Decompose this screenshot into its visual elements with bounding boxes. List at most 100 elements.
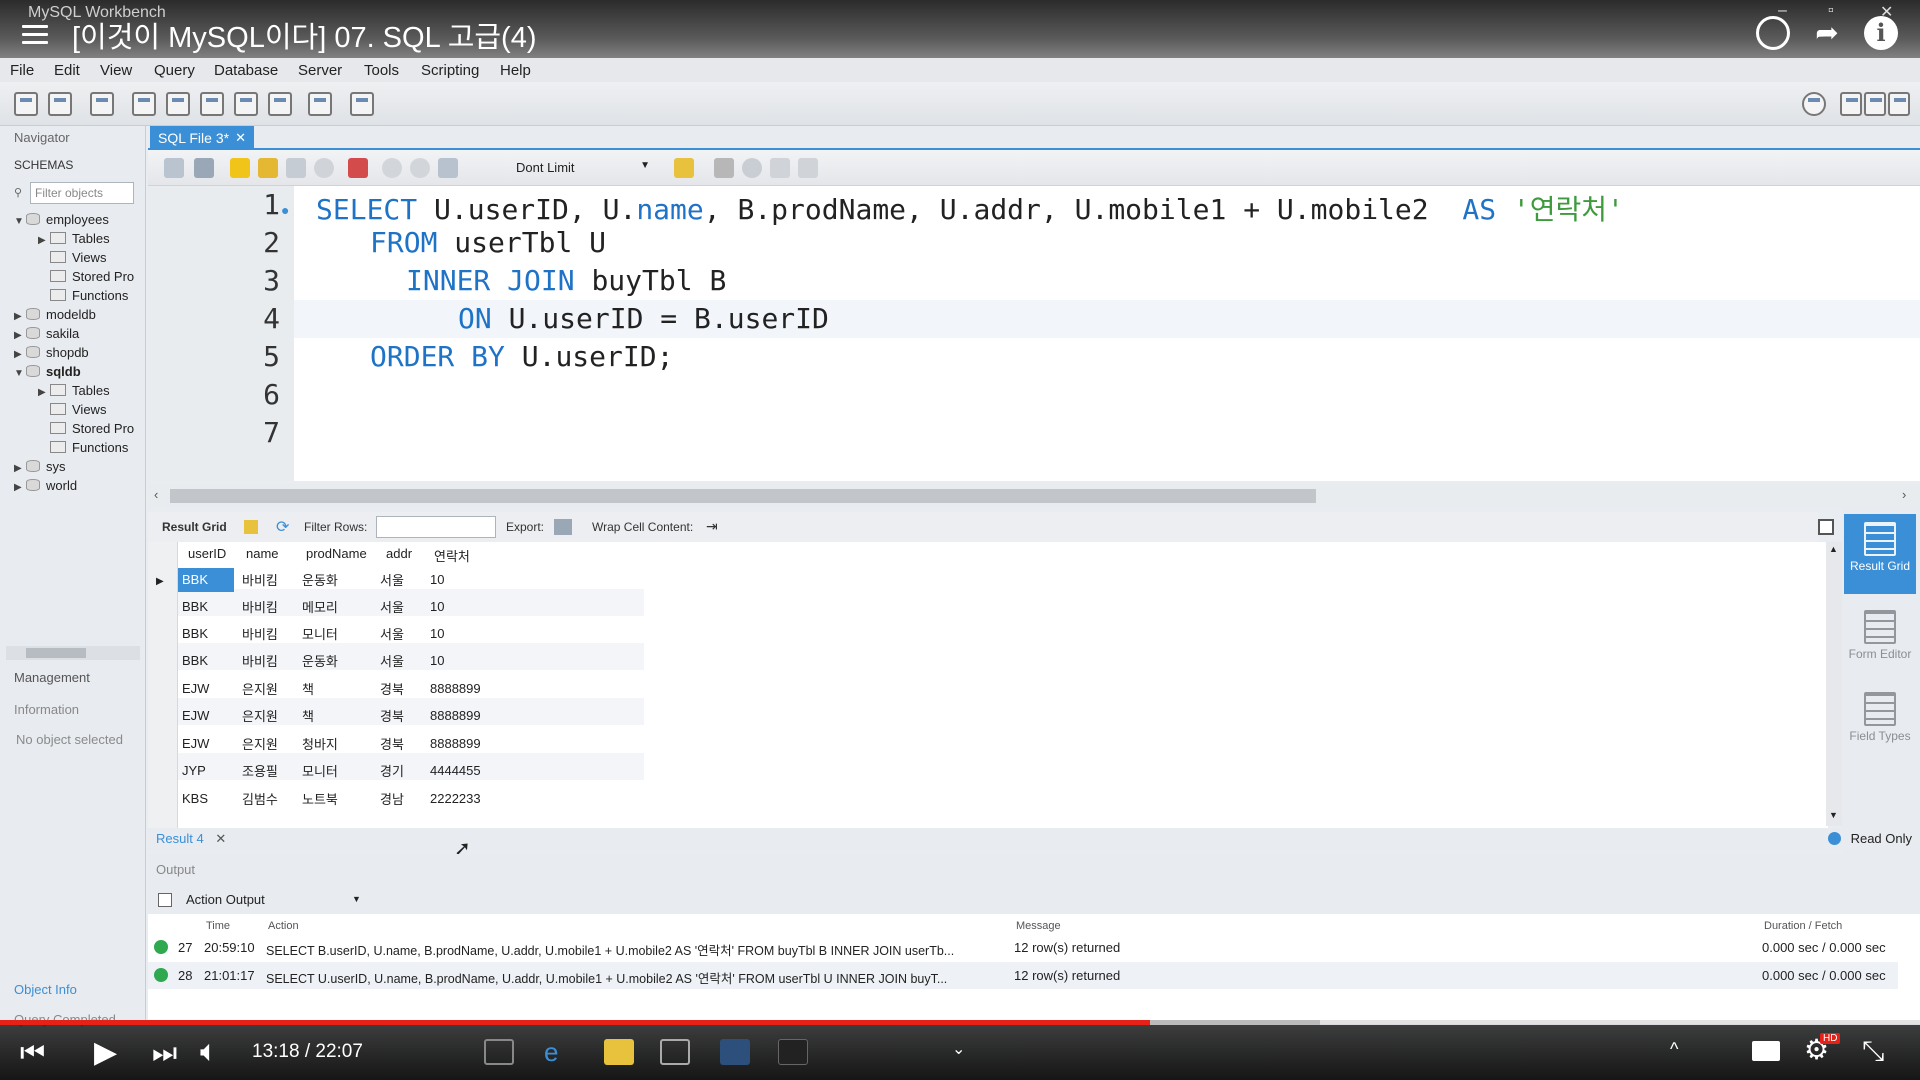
rollback-icon[interactable] bbox=[410, 158, 430, 178]
expand-arrow-icon[interactable]: ▼ bbox=[14, 216, 26, 227]
field-types-button[interactable]: Field Types bbox=[1844, 684, 1916, 764]
tree-item-shopdb[interactable]: ▶ shopdb bbox=[14, 345, 89, 360]
beautify-icon[interactable] bbox=[714, 158, 734, 178]
expand-arrow-icon[interactable]: ▶ bbox=[38, 387, 50, 398]
code-line-4[interactable]: ON U.userID = B.userID bbox=[458, 302, 829, 335]
grid-cell[interactable]: 조용필 bbox=[242, 761, 278, 780]
grid-cell[interactable]: 10 bbox=[430, 626, 444, 641]
store-icon[interactable] bbox=[660, 1039, 690, 1065]
menu-tools[interactable]: Tools bbox=[364, 62, 399, 79]
execute-current-icon[interactable] bbox=[258, 158, 278, 178]
share-icon[interactable]: ➦ bbox=[1810, 16, 1844, 50]
scroll-down-icon[interactable]: ▼ bbox=[1829, 810, 1838, 820]
tree-item-functions[interactable]: Functions bbox=[50, 440, 128, 455]
tree-item-sqldb[interactable]: ▼ sqldb bbox=[14, 364, 81, 379]
settings-gear-icon[interactable] bbox=[1802, 92, 1826, 116]
grid-cell[interactable]: 책 bbox=[302, 706, 314, 725]
grid-cell[interactable]: 은지원 bbox=[242, 679, 278, 698]
expand-arrow-icon[interactable]: ▶ bbox=[14, 349, 26, 360]
search-table-icon[interactable] bbox=[308, 92, 332, 116]
filter-rows-input[interactable] bbox=[376, 516, 496, 538]
code-line-2[interactable]: FROM userTbl U bbox=[370, 226, 606, 259]
tab-sql-file-3[interactable]: SQL File 3* ✕ bbox=[150, 126, 254, 150]
grid-cell[interactable]: EJW bbox=[182, 708, 209, 723]
expand-arrow-icon[interactable]: ▶ bbox=[14, 311, 26, 322]
toggle-secondary-sidebar-icon[interactable] bbox=[1888, 92, 1910, 116]
create-procedure-icon[interactable] bbox=[234, 92, 258, 116]
editor-horizontal-scrollbar[interactable]: ‹ › bbox=[148, 484, 1920, 508]
grid-cell[interactable]: 8888899 bbox=[430, 736, 481, 751]
limit-rows-select[interactable]: Dont Limit ▼ bbox=[512, 157, 654, 179]
scrollbar-thumb[interactable] bbox=[26, 648, 86, 658]
grid-cell[interactable]: 경북 bbox=[380, 706, 404, 725]
menu-server[interactable]: Server bbox=[298, 62, 342, 79]
video-title[interactable]: [이것이 MySQL이다] 07. SQL 고급(4) bbox=[72, 14, 537, 56]
menu-edit[interactable]: Edit bbox=[54, 62, 80, 79]
tree-item-world[interactable]: ▶ world bbox=[14, 478, 77, 493]
grid-cell[interactable]: 모니터 bbox=[302, 761, 338, 780]
play-icon[interactable]: ▶ bbox=[94, 1035, 117, 1070]
word-wrap-icon[interactable] bbox=[798, 158, 818, 178]
grid-cell[interactable]: JYP bbox=[182, 763, 206, 778]
grid-vertical-scrollbar[interactable]: ▲ ▼ bbox=[1826, 542, 1842, 826]
output-table[interactable]: Time Action Message Duration / Fetch 27 … bbox=[148, 914, 1920, 1024]
volume-icon[interactable]: 🔈︎ bbox=[200, 1035, 218, 1069]
exit-fullscreen-icon[interactable]: ⤡ bbox=[1862, 1035, 1884, 1068]
previous-icon[interactable]: ⏮ bbox=[20, 1037, 45, 1070]
invisible-chars-icon[interactable] bbox=[770, 158, 790, 178]
tray-up-icon[interactable]: ^ bbox=[1670, 1039, 1678, 1060]
grid-cell[interactable]: BBK bbox=[182, 572, 208, 587]
grid-cell[interactable]: 서울 bbox=[380, 570, 404, 589]
expand-arrow-icon[interactable]: ▶ bbox=[38, 235, 50, 246]
tree-item-tables[interactable]: ▶ Tables bbox=[38, 231, 110, 246]
grid-cell[interactable]: BBK bbox=[182, 626, 208, 641]
menu-file[interactable]: File bbox=[10, 62, 34, 79]
tree-item-functions[interactable]: Functions bbox=[50, 288, 128, 303]
grid-view-icon[interactable] bbox=[244, 520, 258, 534]
grid-cell[interactable]: 바비킴 bbox=[242, 570, 278, 589]
grid-cell[interactable]: 4444455 bbox=[430, 763, 481, 778]
filter-objects-input[interactable]: Filter objects bbox=[30, 182, 134, 204]
commit-icon[interactable] bbox=[382, 158, 402, 178]
code-line-5[interactable]: ORDER BY U.userID; bbox=[370, 340, 673, 373]
captions-icon[interactable] bbox=[1752, 1041, 1780, 1061]
tab-result-4[interactable]: Result 4 ✕ bbox=[156, 831, 226, 847]
form-editor-button[interactable]: Form Editor bbox=[1844, 602, 1916, 682]
tree-item-sakila[interactable]: ▶ sakila bbox=[14, 326, 79, 341]
tree-item-tables[interactable]: ▶ Tables bbox=[38, 383, 110, 398]
toggle-panel-icon[interactable] bbox=[1818, 519, 1834, 535]
column-header[interactable]: prodName bbox=[306, 546, 367, 561]
toggle-output-icon[interactable] bbox=[1864, 92, 1886, 116]
open-file-icon[interactable] bbox=[164, 158, 184, 178]
autocommit-icon[interactable] bbox=[438, 158, 458, 178]
menu-scripting[interactable]: Scripting bbox=[421, 62, 479, 79]
tree-item-views[interactable]: Views bbox=[50, 402, 106, 417]
grid-cell[interactable]: 바비킴 bbox=[242, 651, 278, 670]
reconnect-icon[interactable] bbox=[350, 92, 374, 116]
grid-cell[interactable]: KBS bbox=[182, 791, 208, 806]
grid-cell[interactable]: 모니터 bbox=[302, 624, 338, 643]
column-header[interactable]: userID bbox=[188, 546, 226, 561]
grid-cell[interactable]: 김범수 bbox=[242, 789, 278, 808]
chevron-down-icon[interactable]: ▼ bbox=[352, 894, 361, 904]
mysql-workbench-taskbar-icon[interactable] bbox=[720, 1039, 750, 1065]
edge-icon[interactable]: e bbox=[544, 1039, 574, 1065]
grid-cell[interactable]: 서울 bbox=[380, 597, 404, 616]
grid-cell[interactable]: 10 bbox=[430, 572, 444, 587]
scrollbar-thumb[interactable] bbox=[170, 489, 1316, 503]
inspector-icon[interactable] bbox=[90, 92, 114, 116]
find-icon[interactable] bbox=[742, 158, 762, 178]
column-header[interactable]: name bbox=[246, 546, 279, 561]
new-sql-tab-icon[interactable] bbox=[14, 92, 38, 116]
menu-database[interactable]: Database bbox=[214, 62, 278, 79]
expand-arrow-icon[interactable]: ▼ bbox=[14, 368, 26, 379]
copy-icon[interactable] bbox=[158, 893, 172, 907]
terminal-icon[interactable] bbox=[778, 1039, 808, 1065]
action-output-select[interactable]: Action Output bbox=[186, 892, 265, 907]
menu-view[interactable]: View bbox=[100, 62, 132, 79]
scroll-right-icon[interactable]: › bbox=[1902, 487, 1906, 502]
grid-cell[interactable]: 메모리 bbox=[302, 597, 338, 616]
grid-cell[interactable]: 은지원 bbox=[242, 706, 278, 725]
refresh-icon[interactable]: ⟳ bbox=[276, 517, 289, 537]
grid-cell[interactable]: 8888899 bbox=[430, 681, 481, 696]
